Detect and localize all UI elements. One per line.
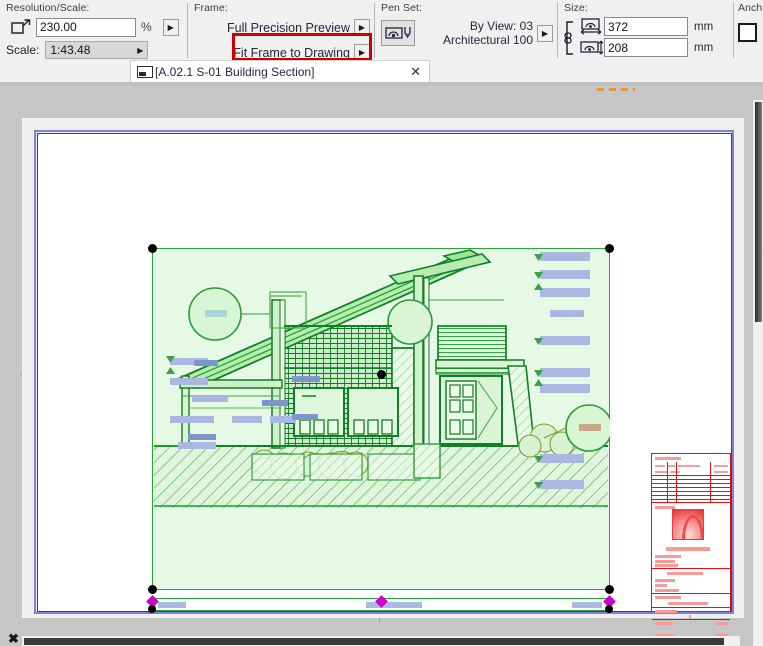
selection-handle-top-right[interactable]: [605, 244, 614, 253]
dimension-bar-center: [366, 602, 422, 608]
drawing-dimension-strip[interactable]: [152, 596, 610, 612]
tab-strip: [A.02.1 S-01 Building Section] ✕: [0, 60, 763, 82]
pen-set-icon: [385, 25, 411, 41]
triangle-right-icon: ▶: [137, 46, 143, 55]
drawing-settings-toolbar: Resolution/Scale: % ▶ Scale: 1:43.48 ▶: [0, 0, 763, 62]
height-arrow-icon: [578, 39, 604, 56]
plot-layout-window: Resolution/Scale: % ▶ Scale: 1:43.48 ▶: [0, 0, 763, 646]
close-icon-corner[interactable]: ✖: [8, 633, 20, 645]
resolution-dropdown-button[interactable]: ▶: [163, 19, 179, 36]
tab-title: [A.02.1 S-01 Building Section]: [155, 65, 408, 79]
horizontal-scrollbar-thumb[interactable]: [24, 638, 724, 645]
selection-handle-bottom-left[interactable]: [148, 585, 157, 594]
frame-section-label: Frame:: [194, 2, 370, 14]
height-input[interactable]: [604, 38, 688, 57]
full-precision-preview-button[interactable]: Full Precision Preview ▶: [194, 19, 370, 36]
horizontal-scrollbar[interactable]: [22, 636, 740, 646]
resize-icon: [6, 17, 36, 37]
selection-handle-center[interactable]: [377, 370, 386, 379]
title-block-scale-row: [652, 608, 730, 620]
sheet-title-block[interactable]: [651, 453, 731, 612]
anchor-section: Anch: [734, 0, 760, 62]
scale-value: 1:43.48: [50, 42, 90, 58]
arch-logo-icon: [672, 509, 704, 540]
building-section-graphics: [152, 248, 610, 590]
title-block-schedule: [652, 454, 730, 503]
size-section: Size:: [558, 0, 733, 62]
dimension-bar-right: [572, 602, 602, 608]
orange-dashed-marker: [597, 88, 635, 91]
resolution-scale-section: Resolution/Scale: % ▶ Scale: 1:43.48 ▶: [0, 0, 187, 62]
preview-dropdown-button[interactable]: ▶: [354, 19, 370, 36]
width-unit-label: mm: [694, 21, 713, 33]
pen-set-value-line1: By View: 03: [443, 19, 533, 33]
drawing-document-icon: [137, 66, 153, 78]
fit-frame-to-drawing-label: Fit Frame to Drawing: [233, 46, 350, 60]
pen-set-value: By View: 03 Architectural 100: [443, 19, 533, 47]
chain-link-icon[interactable]: [564, 18, 578, 58]
selection-handle-top-left[interactable]: [148, 244, 157, 253]
pen-set-section: Pen Set: By View: 03 Architectural 100: [375, 0, 557, 62]
resolution-input[interactable]: [36, 18, 136, 37]
selection-handle-bottom-right[interactable]: [605, 585, 614, 594]
fit-frame-dropdown-button[interactable]: ▶: [354, 44, 370, 61]
full-precision-preview-label: Full Precision Preview: [227, 21, 350, 35]
dimension-bar-left: [158, 602, 186, 608]
width-arrow-icon: [578, 18, 604, 35]
resolution-section-label: Resolution/Scale:: [6, 2, 183, 14]
layout-canvas[interactable]: ✖: [0, 86, 763, 646]
title-block-logo-cell: [652, 503, 730, 569]
title-block-project-info: [652, 569, 730, 594]
scale-label: Scale:: [6, 43, 39, 57]
frame-section: Frame: Full Precision Preview ▶ Fit Fram…: [188, 0, 374, 62]
dimension-handle-left[interactable]: [148, 605, 156, 613]
width-input[interactable]: [604, 17, 688, 36]
height-unit-label: mm: [694, 42, 713, 54]
vertical-scrollbar-thumb[interactable]: [755, 102, 762, 322]
resolution-unit-label: %: [141, 20, 152, 34]
fit-frame-to-drawing-button[interactable]: Fit Frame to Drawing ▶: [194, 44, 370, 61]
anchor-section-label: Anch: [738, 2, 756, 14]
title-block-drawing-title: [652, 594, 730, 608]
tab-building-section[interactable]: [A.02.1 S-01 Building Section] ✕: [130, 60, 430, 82]
close-icon[interactable]: ✕: [408, 64, 423, 80]
pen-set-button[interactable]: [381, 20, 415, 46]
pen-set-dropdown-button[interactable]: ▶: [537, 25, 553, 42]
vertical-scrollbar[interactable]: [753, 100, 763, 646]
pen-set-section-label: Pen Set:: [381, 2, 553, 14]
dimension-handle-right[interactable]: [605, 605, 613, 613]
size-section-label: Size:: [564, 2, 729, 14]
pen-set-value-line2: Architectural 100: [443, 33, 533, 47]
scale-dropdown[interactable]: 1:43.48 ▶: [45, 41, 148, 59]
anchor-point-box[interactable]: [738, 23, 757, 42]
building-section-drawing[interactable]: [152, 248, 610, 590]
